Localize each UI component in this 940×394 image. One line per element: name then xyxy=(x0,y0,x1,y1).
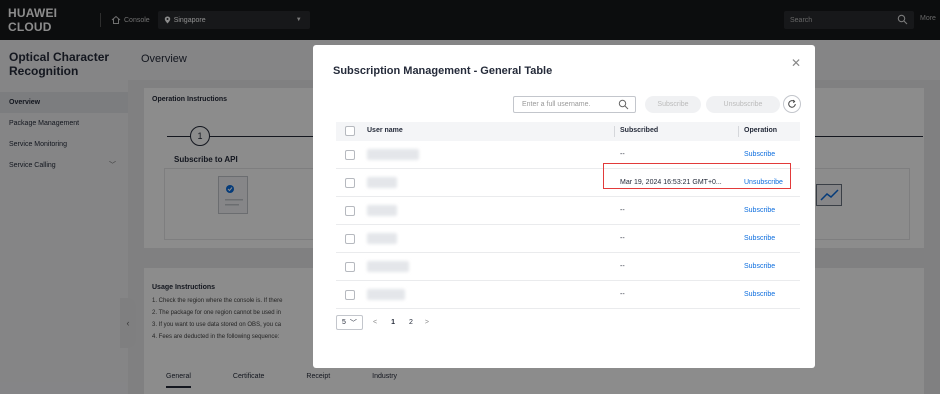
page-current[interactable]: 1 xyxy=(391,319,395,326)
row-checkbox[interactable] xyxy=(345,290,355,300)
column-header-subscribed: Subscribed xyxy=(620,127,659,134)
table-header: User name Subscribed Operation xyxy=(336,122,800,141)
subscription-management-dialog: Subscription Management - General Table … xyxy=(313,45,815,368)
subscribe-link[interactable]: Subscribe xyxy=(744,151,775,158)
subscribed-value: -- xyxy=(620,263,625,270)
pagination: 5 ﹀ < 1 2 > xyxy=(336,315,429,330)
table-row: -- Subscribe xyxy=(336,197,800,225)
blurred-username xyxy=(367,233,397,244)
subscribed-value: -- xyxy=(620,291,625,298)
subscribed-value: -- xyxy=(620,235,625,242)
row-checkbox[interactable] xyxy=(345,262,355,272)
search-icon[interactable] xyxy=(618,99,629,110)
blurred-username xyxy=(367,177,397,188)
chevron-down-icon: ﹀ xyxy=(349,319,357,327)
close-icon[interactable]: ✕ xyxy=(791,56,801,70)
subscribe-link[interactable]: Subscribe xyxy=(744,263,775,270)
subscribed-value: -- xyxy=(620,151,625,158)
next-page-button[interactable]: > xyxy=(425,319,429,326)
subscription-table: User name Subscribed Operation -- Subscr… xyxy=(336,122,800,309)
table-row: -- Subscribe xyxy=(336,225,800,253)
blurred-username xyxy=(367,149,419,160)
subscribe-link[interactable]: Subscribe xyxy=(744,291,775,298)
page-2-button[interactable]: 2 xyxy=(409,319,413,326)
select-all-checkbox[interactable] xyxy=(345,126,355,136)
blurred-username xyxy=(367,261,409,272)
highlight-box xyxy=(603,163,791,189)
blurred-username xyxy=(367,289,405,300)
page-size-value: 5 xyxy=(342,319,346,326)
subscribe-button[interactable]: Subscribe xyxy=(645,96,701,113)
username-search-input[interactable]: Enter a full username. xyxy=(513,96,636,113)
row-checkbox[interactable] xyxy=(345,234,355,244)
refresh-button[interactable] xyxy=(783,95,801,113)
row-checkbox[interactable] xyxy=(345,178,355,188)
row-checkbox[interactable] xyxy=(345,150,355,160)
subscribe-link[interactable]: Subscribe xyxy=(744,235,775,242)
table-row: -- Subscribe xyxy=(336,253,800,281)
table-row: -- Subscribe xyxy=(336,281,800,309)
column-header-operation: Operation xyxy=(744,127,778,134)
unsubscribe-button[interactable]: Unsubscribe xyxy=(706,96,780,113)
refresh-icon xyxy=(788,99,796,108)
dialog-title: Subscription Management - General Table xyxy=(333,65,553,77)
subscribed-value: -- xyxy=(620,207,625,214)
prev-page-button[interactable]: < xyxy=(373,319,377,326)
column-divider xyxy=(738,126,739,137)
column-divider xyxy=(614,126,615,137)
page-size-select[interactable]: 5 ﹀ xyxy=(336,315,363,330)
row-checkbox[interactable] xyxy=(345,206,355,216)
column-header-user: User name xyxy=(367,127,403,134)
blurred-username xyxy=(367,205,397,216)
search-placeholder: Enter a full username. xyxy=(522,101,591,108)
subscribe-link[interactable]: Subscribe xyxy=(744,207,775,214)
